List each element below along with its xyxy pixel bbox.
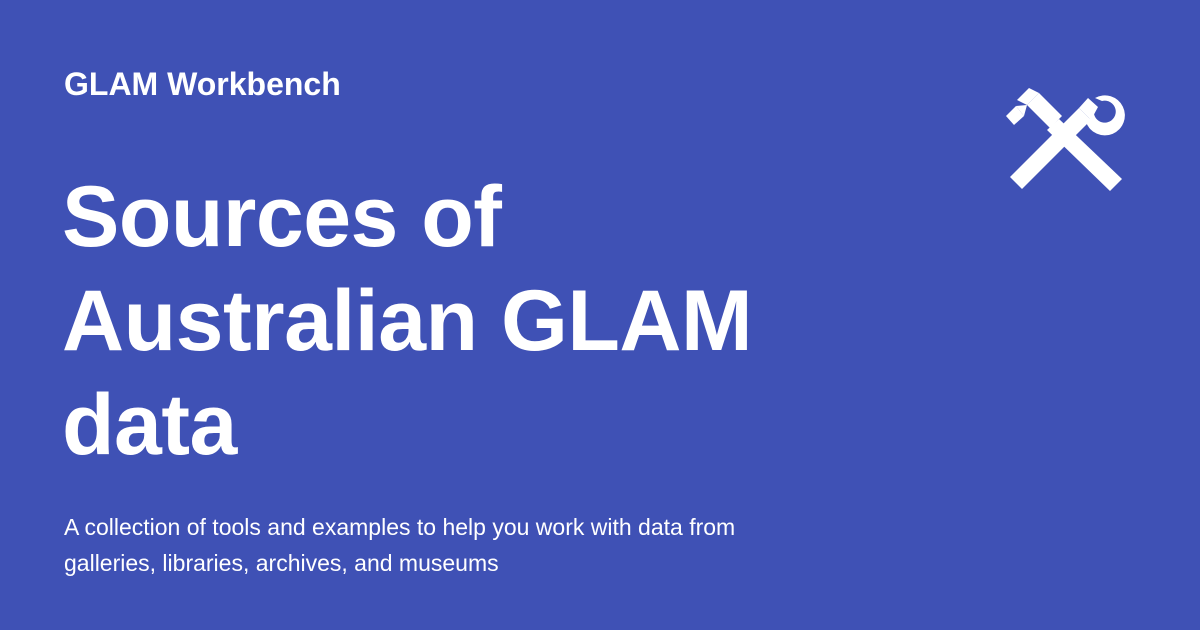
site-name: GLAM Workbench [64, 66, 341, 102]
title-line: Australian GLAM [62, 273, 753, 369]
title-line: data [62, 377, 237, 473]
social-preview-card: GLAM Workbench Sources of Australian GLA… [0, 0, 1200, 630]
title-line: Sources of [62, 169, 502, 265]
hammer-wrench-icon [1000, 76, 1130, 196]
description-line: A collection of tools and examples to he… [64, 514, 736, 540]
description-line: galleries, libraries, archives, and muse… [64, 550, 499, 576]
page-title: Sources of Australian GLAM data [62, 165, 822, 477]
page-description: A collection of tools and examples to he… [64, 509, 824, 581]
